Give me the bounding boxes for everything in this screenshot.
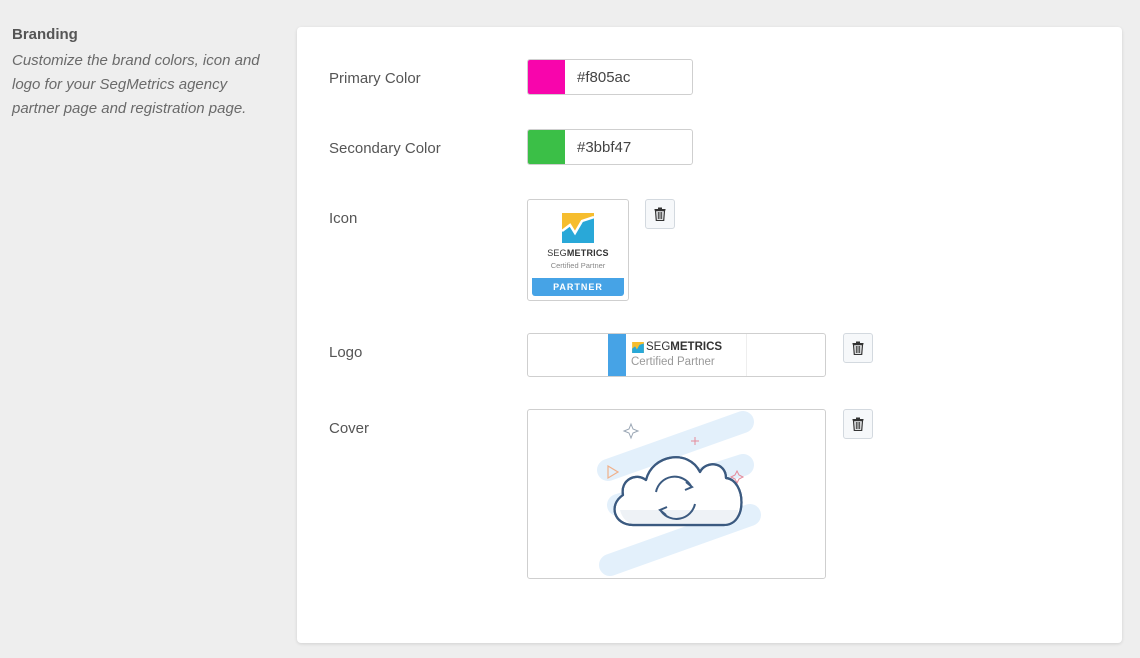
segmetrics-mini-icon [632,342,644,353]
trash-icon [852,417,864,431]
section-description: Customize the brand colors, icon and log… [12,52,260,117]
logo-image: SEGMETRICS Certified Partner [608,334,747,376]
branding-card: Primary Color #f805ac Secondary Color #3… [297,27,1122,643]
badge-subtitle: Certified Partner [550,261,606,270]
delete-icon-button[interactable] [645,199,675,229]
secondary-color-input[interactable]: #3bbf47 [527,129,693,165]
logo-brand: SEGMETRICS [646,341,723,353]
branding-intro: Branding Customize the brand colors, ico… [12,26,272,121]
primary-color-label: Primary Color [329,70,421,87]
badge-ribbon: PARTNER [532,278,624,296]
icon-label: Icon [329,210,358,227]
trash-icon [852,341,864,355]
logo-label: Logo [329,344,363,361]
logo-preview[interactable]: SEGMETRICS Certified Partner [527,333,826,377]
icon-preview[interactable]: SEGMETRICS Certified Partner PARTNER [527,199,629,301]
logo-subtitle: Certified Partner [631,356,715,368]
cover-label: Cover [329,420,370,437]
secondary-color-label: Secondary Color [329,140,441,157]
segmetrics-logo-icon [562,213,594,243]
badge-brand: SEGMETRICS [547,248,609,258]
trash-icon [654,207,666,221]
secondary-color-swatch[interactable] [528,130,565,164]
logo-stripe [608,334,626,376]
primary-color-input[interactable]: #f805ac [527,59,693,95]
delete-cover-button[interactable] [843,409,873,439]
primary-color-swatch[interactable] [528,60,565,94]
section-title: Branding [12,26,78,43]
cover-preview[interactable] [527,409,826,579]
cloud-sync-icon [597,411,761,576]
delete-logo-button[interactable] [843,333,873,363]
primary-color-value[interactable]: #f805ac [565,69,630,86]
secondary-color-value[interactable]: #3bbf47 [565,139,631,156]
